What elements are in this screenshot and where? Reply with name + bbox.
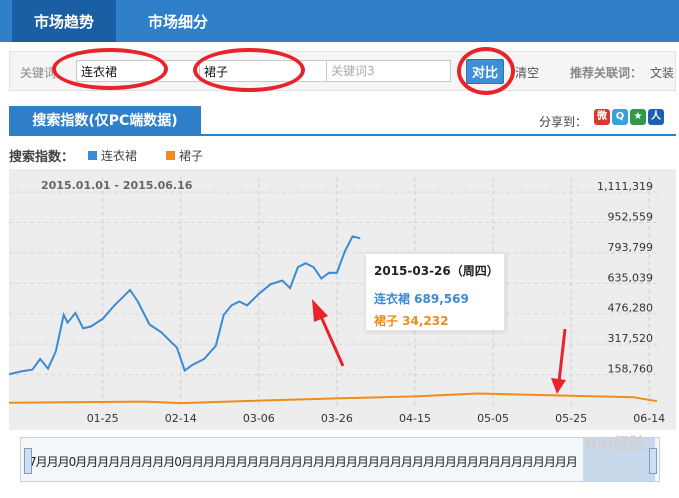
annotation-circle-keyword1 <box>52 48 168 90</box>
y-tick-label: 635,039 <box>608 271 654 284</box>
share-star-icon[interactable]: ★ <box>630 109 646 125</box>
tab-market-trend[interactable]: 市场趋势 <box>12 0 116 42</box>
series2-swatch <box>166 151 175 160</box>
search-index-chart[interactable]: 01-25 02-14 03-06 03-26 04-15 05-05 05-25 06-14… <box>9 169 676 430</box>
share-weibo-icon[interactable]: 微 <box>594 109 610 125</box>
chart-date-range: 2015.01.01 - 2015.06.16 <box>41 179 193 192</box>
watermark: Bai经验 <box>585 434 646 453</box>
search-index-header: 搜索指数(仅PC端数据) 分享到： 微 Q ★ 人 <box>9 106 676 136</box>
tooltip-series1-value: 连衣裙 689,569 <box>374 292 469 306</box>
time-range-navigator[interactable]: 7月月月0月月月月月月月月月0月月月月月月月月月月月月月月月月月月月月月月月月月… <box>20 437 660 482</box>
x-tick-label: 04-15 <box>399 412 431 425</box>
navigator-labels: 7月月月0月月月月月月月月月0月月月月月月月月月月月月月月月月月月月月月月月月月… <box>29 455 578 469</box>
x-tick-label: 06-14 <box>633 412 665 425</box>
x-tick-label: 03-06 <box>243 412 275 425</box>
tab-market-segment[interactable]: 市场细分 <box>126 0 230 42</box>
top-tab-bar: 市场趋势 市场细分 <box>0 0 679 42</box>
related-keyword-item[interactable]: 文装 <box>650 64 674 81</box>
y-tick-label: 952,559 <box>608 210 654 223</box>
legend-series1[interactable]: 连衣裙 <box>88 147 137 164</box>
share-label: 分享到： <box>539 115 588 129</box>
y-tick-label: 317,520 <box>608 332 654 345</box>
y-tick-label: 1,111,319 <box>597 180 653 193</box>
chart-tooltip: 2015-03-26（周四） 连衣裙 689,569 裙子 34,232 <box>365 253 505 331</box>
x-tick-label: 02-14 <box>165 412 197 425</box>
share-renren-icon[interactable]: 人 <box>648 109 664 125</box>
legend-title: 搜索指数： <box>9 150 75 165</box>
y-tick-label: 793,799 <box>608 241 654 254</box>
y-tick-label: 158,760 <box>608 363 654 376</box>
annotation-circle-keyword2 <box>193 48 305 92</box>
navigator-left-handle[interactable] <box>24 448 32 474</box>
tooltip-date: 2015-03-26（周四） <box>374 264 499 278</box>
keyword-label: 关键词 <box>20 66 57 80</box>
related-keywords-label: 推荐关联词： <box>570 66 643 80</box>
chart-background <box>9 169 676 430</box>
keyword3-input[interactable] <box>326 60 451 82</box>
legend-series2[interactable]: 裙子 <box>166 147 203 164</box>
series1-swatch <box>88 151 97 160</box>
x-tick-label: 05-25 <box>555 412 587 425</box>
x-tick-label: 03-26 <box>321 412 353 425</box>
x-tick-label: 05-05 <box>477 412 509 425</box>
legend-series1-label: 连衣裙 <box>101 149 138 163</box>
annotation-circle-compare <box>457 47 515 95</box>
clear-button[interactable]: 清空 <box>515 64 539 81</box>
legend-series2-label: 裙子 <box>179 149 204 163</box>
y-tick-label: 476,280 <box>608 302 654 315</box>
tooltip-series2-value: 裙子 34,232 <box>374 314 449 328</box>
navigator-right-handle[interactable] <box>649 448 657 474</box>
share-qzone-icon[interactable]: Q <box>612 109 628 125</box>
search-index-tab[interactable]: 搜索指数(仅PC端数据) <box>9 106 201 136</box>
x-tick-label: 01-25 <box>87 412 119 425</box>
